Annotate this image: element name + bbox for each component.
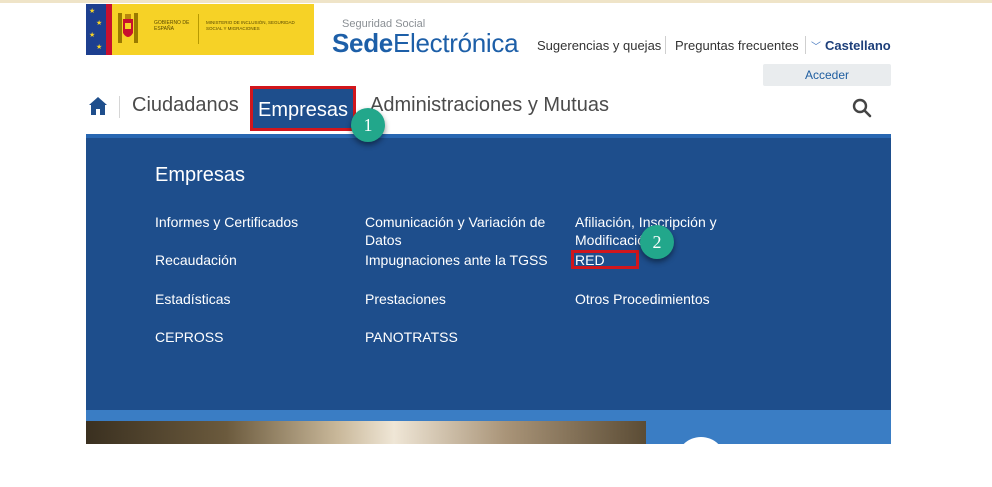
- menu-item-informes[interactable]: Informes y Certificados: [155, 213, 298, 231]
- menu-item-recaudacion[interactable]: Recaudación: [155, 251, 237, 269]
- banner-photo: [86, 421, 646, 444]
- eu-flag: ★ ★ ★ ★: [86, 4, 112, 55]
- coat-of-arms-icon: [118, 13, 138, 43]
- language-label: Castellano: [825, 38, 891, 53]
- home-icon[interactable]: [88, 96, 108, 116]
- menu-item-cepross[interactable]: CEPROSS: [155, 328, 223, 346]
- menu-item-comunicacion[interactable]: Comunicación y Variación de Datos: [365, 213, 555, 249]
- sede-logo-bold: Sede: [332, 28, 393, 58]
- nav-divider: [119, 96, 120, 118]
- government-logo[interactable]: ★ ★ ★ ★ GOBIERNO DE ESPAÑA MINISTERIO DE…: [86, 4, 314, 55]
- menu-item-estadisticas[interactable]: Estadísticas: [155, 290, 230, 308]
- chevron-down-icon: ﹀: [811, 42, 821, 53]
- menu-item-panotratss[interactable]: PANOTRATSS: [365, 328, 458, 346]
- mega-menu-title: Empresas: [155, 164, 246, 186]
- step-2-badge: 2: [640, 225, 674, 259]
- acceder-button[interactable]: Acceder: [763, 64, 891, 86]
- preguntas-link[interactable]: Preguntas frecuentes: [675, 38, 799, 53]
- gobierno-text: GOBIERNO DE ESPAÑA: [154, 20, 190, 32]
- link-separator: [805, 36, 806, 54]
- red-highlight-box: [571, 250, 639, 269]
- search-icon[interactable]: [852, 98, 872, 118]
- sede-logo[interactable]: SedeElectrónica: [332, 28, 519, 59]
- top-border: [0, 0, 992, 3]
- menu-item-impugnaciones[interactable]: Impugnaciones ante la TGSS: [365, 251, 548, 269]
- ministerio-text: MINISTERIO DE INCLUSIÓN, SEGURIDAD SOCIA…: [206, 20, 295, 31]
- step-1-badge: 1: [351, 108, 385, 142]
- link-separator: [665, 36, 666, 54]
- logo-divider: [198, 14, 199, 44]
- sede-logo-light: Electrónica: [392, 28, 519, 58]
- menu-item-otros[interactable]: Otros Procedimientos: [575, 290, 710, 308]
- sugerencias-link[interactable]: Sugerencias y quejas: [537, 38, 661, 53]
- nav-ciudadanos[interactable]: Ciudadanos: [132, 94, 239, 117]
- banner-circle: [676, 437, 726, 487]
- language-selector[interactable]: ﹀ Castellano: [811, 38, 891, 53]
- nav-administraciones[interactable]: Administraciones y Mutuas: [370, 94, 609, 117]
- nav-empresas[interactable]: Empresas: [250, 86, 356, 131]
- menu-item-prestaciones[interactable]: Prestaciones: [365, 290, 446, 308]
